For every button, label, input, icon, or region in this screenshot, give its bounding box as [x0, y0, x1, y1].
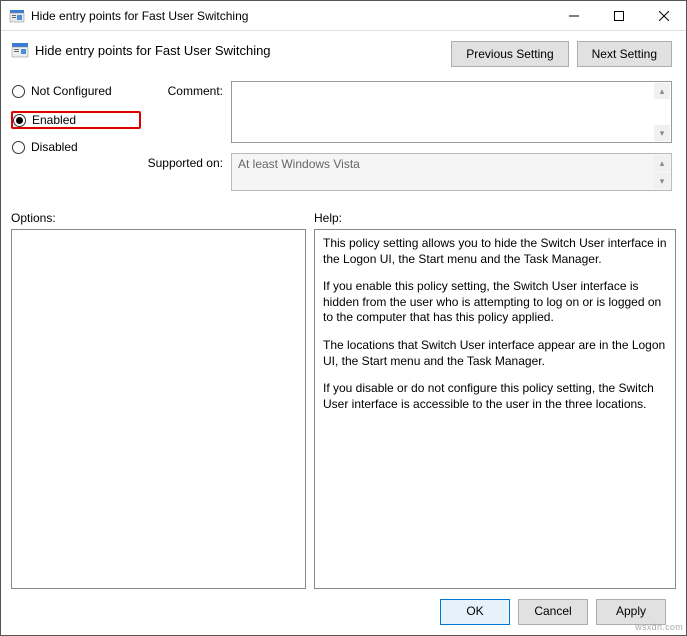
header-row: Hide entry points for Fast User Switchin…	[11, 41, 676, 67]
scroll-up-icon[interactable]: ▴	[654, 155, 670, 171]
policy-editor-window: Hide entry points for Fast User Switchin…	[0, 0, 687, 636]
watermark: wsxdn.com	[635, 622, 683, 632]
comment-label: Comment:	[141, 81, 231, 143]
previous-setting-button[interactable]: Previous Setting	[451, 41, 568, 67]
policy-icon	[9, 8, 25, 24]
window-title: Hide entry points for Fast User Switchin…	[31, 9, 551, 23]
comment-input[interactable]: ▴ ▾	[231, 81, 672, 143]
radio-icon	[12, 141, 25, 154]
policy-icon	[11, 41, 29, 59]
lower-section: Options: Help: This policy setting allow…	[11, 211, 676, 589]
radio-label: Not Configured	[31, 84, 112, 98]
next-setting-button[interactable]: Next Setting	[577, 41, 672, 67]
supported-on-box: At least Windows Vista ▴ ▾	[231, 153, 672, 191]
help-panel: This policy setting allows you to hide t…	[314, 229, 676, 589]
help-paragraph: The locations that Switch User interface…	[323, 338, 667, 369]
close-button[interactable]	[641, 1, 686, 30]
maximize-button[interactable]	[596, 1, 641, 30]
configuration-row: Not Configured Enabled Disabled Comment:	[11, 81, 676, 201]
help-paragraph: This policy setting allows you to hide t…	[323, 236, 667, 267]
footer: OK Cancel Apply	[11, 589, 676, 635]
fields: Comment: ▴ ▾ Supported on: At least Wind…	[141, 81, 676, 201]
radio-label: Disabled	[31, 140, 78, 154]
titlebar: Hide entry points for Fast User Switchin…	[1, 1, 686, 31]
help-paragraph: If you disable or do not configure this …	[323, 381, 667, 412]
radio-disabled[interactable]: Disabled	[11, 139, 141, 155]
window-controls	[551, 1, 686, 30]
scroll-arrows: ▴ ▾	[654, 83, 670, 141]
minimize-button[interactable]	[551, 1, 596, 30]
dialog-body: Hide entry points for Fast User Switchin…	[1, 31, 686, 635]
help-label: Help:	[314, 211, 342, 229]
cancel-button[interactable]: Cancel	[518, 599, 588, 625]
supported-on-label: Supported on:	[141, 153, 231, 191]
radio-enabled[interactable]: Enabled	[11, 111, 141, 129]
policy-title: Hide entry points for Fast User Switchin…	[35, 43, 271, 58]
radio-not-configured[interactable]: Not Configured	[11, 83, 141, 99]
scroll-arrows: ▴ ▾	[654, 155, 670, 189]
scroll-down-icon[interactable]: ▾	[654, 125, 670, 141]
radio-label: Enabled	[32, 113, 76, 127]
state-options: Not Configured Enabled Disabled	[11, 81, 141, 201]
ok-button[interactable]: OK	[440, 599, 510, 625]
radio-icon	[13, 114, 26, 127]
options-panel	[11, 229, 306, 589]
scroll-down-icon[interactable]: ▾	[654, 173, 670, 189]
supported-on-value: At least Windows Vista	[238, 157, 360, 171]
options-label: Options:	[11, 211, 314, 229]
scroll-up-icon[interactable]: ▴	[654, 83, 670, 99]
help-paragraph: If you enable this policy setting, the S…	[323, 279, 667, 326]
radio-icon	[12, 85, 25, 98]
